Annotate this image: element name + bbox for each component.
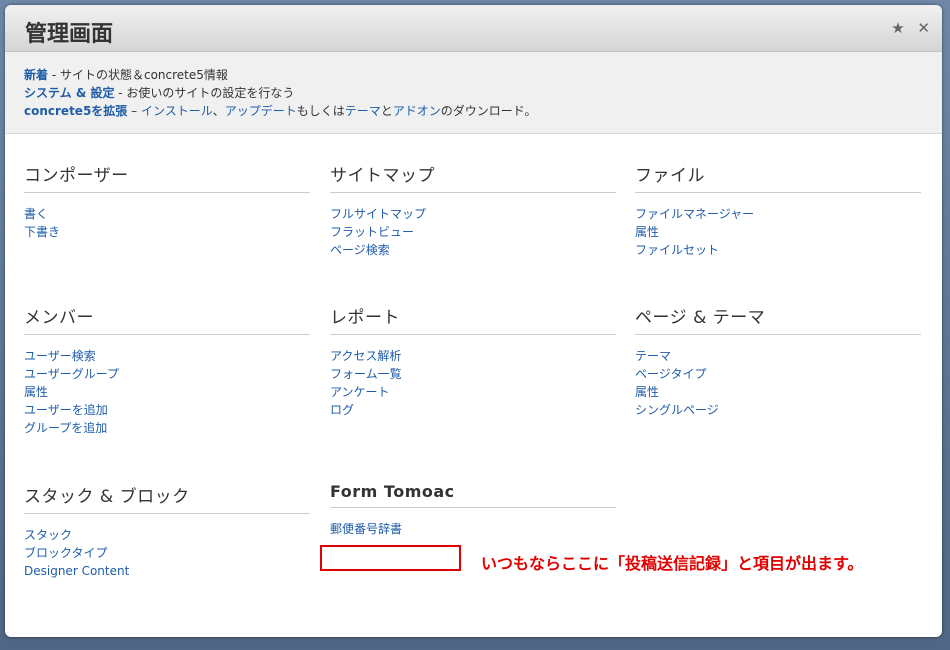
intro-line-settings: システム & 設定 - お使いのサイトの設定を行なう [24,84,923,102]
section-files: ファイル ファイルマネージャー 属性 ファイルセット [635,161,921,259]
page-types-link[interactable]: ページタイプ [635,367,707,381]
intro-panel: 新着 - サイトの状態＆concrete5情報 システム & 設定 - お使いの… [5,52,942,134]
user-attributes-link[interactable]: 属性 [24,385,48,399]
single-pages-link[interactable]: シングルページ [635,403,719,417]
section-title: サイトマップ [330,161,616,193]
composer-drafts-link[interactable]: 下書き [24,225,60,239]
user-search-link[interactable]: ユーザー検索 [24,349,96,363]
section-title: ファイル [635,161,921,193]
stacks-link[interactable]: スタック [24,528,72,542]
addons-link[interactable]: アドオン [393,104,441,118]
block-types-link[interactable]: ブロックタイプ [24,546,108,560]
star-icon[interactable]: ★ [891,19,904,37]
section-title: レポート [330,303,616,335]
close-icon[interactable]: ✕ [917,19,930,37]
and-text: と [380,104,393,118]
page-attributes-link[interactable]: 属性 [635,385,659,399]
flat-view-link[interactable]: フラットビュー [330,225,414,239]
section-stacks-blocks: スタック & ブロック スタック ブロックタイプ Designer Conten… [24,482,310,580]
section-title: ページ & テーマ [635,303,921,335]
update-link[interactable]: アップデート [225,104,297,118]
section-reports: レポート アクセス解析 フォーム一覧 アンケート ログ [330,303,616,419]
page-title: 管理画面 [25,22,114,47]
full-sitemap-link[interactable]: フルサイトマップ [330,207,426,221]
designer-content-link[interactable]: Designer Content [24,564,129,578]
file-attributes-link[interactable]: 属性 [635,225,659,239]
section-title: スタック & ブロック [24,482,310,514]
file-manager-link[interactable]: ファイルマネージャー [635,207,754,221]
postal-code-dictionary-link[interactable]: 郵便番号辞書 [330,522,402,536]
add-user-link[interactable]: ユーザーを追加 [24,403,108,417]
section-title: メンバー [24,303,310,335]
system-settings-link[interactable]: システム & 設定 [24,86,114,100]
title-bar-icons: ★ ✕ [883,19,930,37]
add-group-link[interactable]: グループを追加 [24,421,107,435]
user-groups-link[interactable]: ユーザーグループ [24,367,119,381]
file-sets-link[interactable]: ファイルセット [635,243,719,257]
section-members: メンバー ユーザー検索 ユーザーグループ 属性 ユーザーを追加 グループを追加 [24,303,310,437]
statistics-link[interactable]: アクセス解析 [330,349,401,363]
highlight-box [320,545,461,571]
news-desc: - サイトの状態＆concrete5情報 [48,68,228,82]
intro-line-news: 新着 - サイトの状態＆concrete5情報 [24,66,923,84]
section-form-tomoac: Form Tomoac 郵便番号辞書 [330,482,616,538]
intro-line-extend: concrete5を拡張 – インストール、アップデートもしくはテーマとアドオン… [24,102,923,120]
news-link[interactable]: 新着 [24,68,48,82]
themes-item-link[interactable]: テーマ [635,349,671,363]
install-link[interactable]: インストール [141,104,213,118]
themes-link[interactable]: テーマ [345,104,381,118]
download-text: のダウンロード。 [440,104,537,118]
surveys-link[interactable]: アンケート [330,385,390,399]
section-sitemap: サイトマップ フルサイトマップ フラットビュー ページ検索 [330,161,616,259]
annotation-note: いつもならここに「投稿送信記録」と項目が出ます。 [481,554,864,573]
dashboard-window: 管理画面 ★ ✕ 新着 - サイトの状態＆concrete5情報 システム & … [5,5,942,637]
dash-text: – [127,104,141,118]
page-search-link[interactable]: ページ検索 [330,243,390,257]
composer-write-link[interactable]: 書く [24,207,48,221]
forms-link[interactable]: フォーム一覧 [330,367,402,381]
settings-desc: - お使いのサイトの設定を行なう [114,86,295,100]
section-title: コンポーザー [24,161,310,193]
or-text: もしくは [296,104,345,118]
extend-link[interactable]: concrete5を拡張 [24,104,127,118]
title-bar: 管理画面 ★ ✕ [5,5,942,52]
logs-link[interactable]: ログ [330,403,354,417]
section-title: Form Tomoac [330,482,616,508]
section-composer: コンポーザー 書く 下書き [24,161,310,241]
section-pages-themes: ページ & テーマ テーマ ページタイプ 属性 シングルページ [635,303,921,419]
separator-text: 、 [212,104,225,118]
